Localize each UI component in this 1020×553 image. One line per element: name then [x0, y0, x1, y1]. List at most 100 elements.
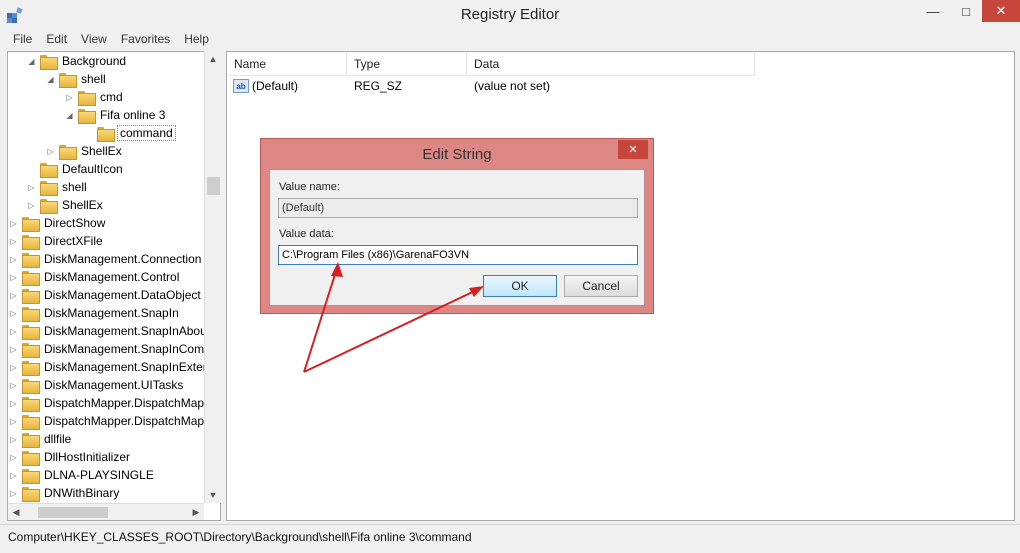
tree-item[interactable]: ▷ DiskManagement.UITasks: [9, 376, 185, 394]
value-data: (value not set): [474, 79, 551, 93]
tree-item[interactable]: ▷ DiskManagement.SnapInAbou: [9, 322, 209, 340]
collapsed-arrow-icon[interactable]: ▷: [9, 273, 18, 282]
tree-item[interactable]: ▷ DiskManagement.SnapIn: [9, 304, 181, 322]
tree-item[interactable]: ▷ DLNA-PLAYSINGLE: [9, 466, 156, 484]
collapsed-arrow-icon[interactable]: ▷: [9, 291, 18, 300]
tree-item[interactable]: ▷ DiskManagement.SnapInCom: [9, 340, 206, 358]
menu-favorites[interactable]: Favorites: [114, 30, 177, 50]
folder-icon: [22, 486, 40, 502]
scroll-down-arrow-icon[interactable]: ▼: [205, 487, 221, 503]
column-header-name[interactable]: Name: [227, 52, 347, 76]
tree-item-selected[interactable]: command: [97, 124, 176, 142]
tree-item[interactable]: ◢ Fifa online 3: [65, 106, 167, 124]
tree-item[interactable]: ▷ DiskManagement.SnapInExten: [9, 358, 211, 376]
menu-view[interactable]: View: [74, 30, 114, 50]
tree-item[interactable]: ▷ ShellEx: [46, 142, 124, 160]
close-button[interactable]: ✕: [982, 0, 1020, 22]
vertical-scroll-thumb[interactable]: [207, 177, 220, 195]
tree-item[interactable]: ▷ DirectXFile: [9, 232, 105, 250]
scroll-right-arrow-icon[interactable]: ▶: [188, 504, 204, 520]
tree-item[interactable]: ▷ DiskManagement.Control: [9, 268, 181, 286]
collapsed-arrow-icon[interactable]: ▷: [9, 237, 18, 246]
window-title: Registry Editor: [460, 6, 560, 23]
tree-item[interactable]: ▷ DNWithBinary: [9, 484, 121, 502]
tree-item[interactable]: ▷ DispatchMapper.DispatchMap: [9, 394, 206, 412]
folder-icon: [22, 342, 40, 358]
ok-button[interactable]: OK: [483, 275, 557, 297]
collapsed-arrow-icon[interactable]: ▷: [9, 255, 18, 264]
registry-tree[interactable]: ◢ Background ◢ shell ▷ cmd ◢ Fifa online 3 c…: [7, 51, 221, 521]
title-bar: Registry Editor — □ ✕: [0, 0, 1020, 30]
tree-item[interactable]: ▷ DirectShow: [9, 214, 107, 232]
tree-item[interactable]: ▷ shell: [27, 178, 89, 196]
tree-item-label: DiskManagement.SnapInExten: [44, 360, 210, 374]
collapsed-arrow-icon[interactable]: ▷: [46, 147, 55, 156]
tree-item[interactable]: ▷ DiskManagement.Connection: [9, 250, 203, 268]
expanded-arrow-icon[interactable]: ◢: [65, 111, 74, 120]
collapsed-arrow-icon[interactable]: ▷: [9, 471, 18, 480]
folder-icon: [22, 252, 40, 268]
tree-item[interactable]: ◢ shell: [46, 70, 108, 88]
value-name-label: Value name:: [279, 181, 340, 193]
tree-item[interactable]: DefaultIcon: [40, 160, 125, 178]
maximize-button[interactable]: □: [950, 0, 982, 22]
tree-item[interactable]: ◢ Background: [27, 52, 128, 70]
collapsed-arrow-icon[interactable]: ▷: [9, 345, 18, 354]
collapsed-arrow-icon[interactable]: ▷: [9, 417, 18, 426]
collapsed-arrow-icon[interactable]: ▷: [9, 399, 18, 408]
collapsed-arrow-icon[interactable]: ▷: [9, 309, 18, 318]
menu-edit[interactable]: Edit: [39, 30, 74, 50]
collapsed-arrow-icon[interactable]: ▷: [9, 489, 18, 498]
tree-item[interactable]: ▷ DllHostInitializer: [9, 448, 132, 466]
folder-icon: [22, 306, 40, 322]
scroll-up-arrow-icon[interactable]: ▲: [205, 51, 221, 67]
column-header-data[interactable]: Data: [467, 52, 755, 76]
folder-icon: [40, 162, 58, 178]
collapsed-arrow-icon[interactable]: ▷: [65, 93, 74, 102]
tree-vertical-scrollbar[interactable]: ▲ ▼: [204, 51, 221, 503]
list-item[interactable]: ab (Default) REG_SZ (value not set): [227, 76, 1014, 96]
folder-icon: [22, 414, 40, 430]
collapsed-arrow-icon[interactable]: ▷: [9, 363, 18, 372]
collapsed-arrow-icon[interactable]: ▷: [9, 327, 18, 336]
folder-icon: [78, 108, 96, 124]
tree-item-label: ShellEx: [81, 144, 122, 158]
folder-icon: [22, 216, 40, 232]
horizontal-scroll-thumb[interactable]: [38, 507, 108, 518]
tree-item-label: DiskManagement.Connection: [44, 252, 202, 266]
cancel-button[interactable]: Cancel: [564, 275, 638, 297]
scroll-left-arrow-icon[interactable]: ◀: [8, 504, 24, 520]
edit-string-dialog: Edit String ✕ Value name: (Default) Valu…: [260, 138, 654, 314]
tree-item-label: Background: [62, 54, 127, 68]
tree-item-label: DllHostInitializer: [44, 450, 131, 464]
collapsed-arrow-icon[interactable]: ▷: [27, 183, 36, 192]
column-header-type[interactable]: Type: [347, 52, 467, 76]
folder-icon: [22, 360, 40, 376]
folder-icon: [59, 144, 77, 160]
tree-item[interactable]: ▷ DispatchMapper.DispatchMap: [9, 412, 206, 430]
minimize-button[interactable]: —: [916, 0, 950, 22]
value-data-field[interactable]: C:\Program Files (x86)\GarenaFO3VN: [278, 245, 638, 265]
dialog-close-button[interactable]: ✕: [618, 140, 648, 159]
tree-item[interactable]: ▷ dllfile: [9, 430, 73, 448]
value-name-field[interactable]: (Default): [278, 198, 638, 218]
expanded-arrow-icon[interactable]: ◢: [27, 57, 36, 66]
tree-item[interactable]: ▷ cmd: [65, 88, 125, 106]
collapsed-arrow-icon[interactable]: ▷: [27, 201, 36, 210]
string-value-icon: ab: [233, 79, 249, 93]
tree-item-label: cmd: [100, 90, 123, 104]
tree-item-label: DiskManagement.SnapInCom: [44, 342, 205, 356]
menu-help[interactable]: Help: [177, 30, 216, 50]
tree-item[interactable]: ▷ ShellEx: [27, 196, 105, 214]
collapsed-arrow-icon[interactable]: ▷: [9, 435, 18, 444]
menu-file[interactable]: File: [6, 30, 39, 50]
collapsed-arrow-icon[interactable]: ▷: [9, 219, 18, 228]
expanded-arrow-icon[interactable]: ◢: [46, 75, 55, 84]
tree-item[interactable]: ▷ DiskManagement.DataObject: [9, 286, 203, 304]
collapsed-arrow-icon[interactable]: ▷: [9, 453, 18, 462]
tree-horizontal-scrollbar[interactable]: ◀ ▶: [8, 503, 204, 520]
tree-item-label: Fifa online 3: [100, 108, 166, 122]
tree-item-label: DirectShow: [44, 216, 106, 230]
folder-icon: [22, 270, 40, 286]
collapsed-arrow-icon[interactable]: ▷: [9, 381, 18, 390]
